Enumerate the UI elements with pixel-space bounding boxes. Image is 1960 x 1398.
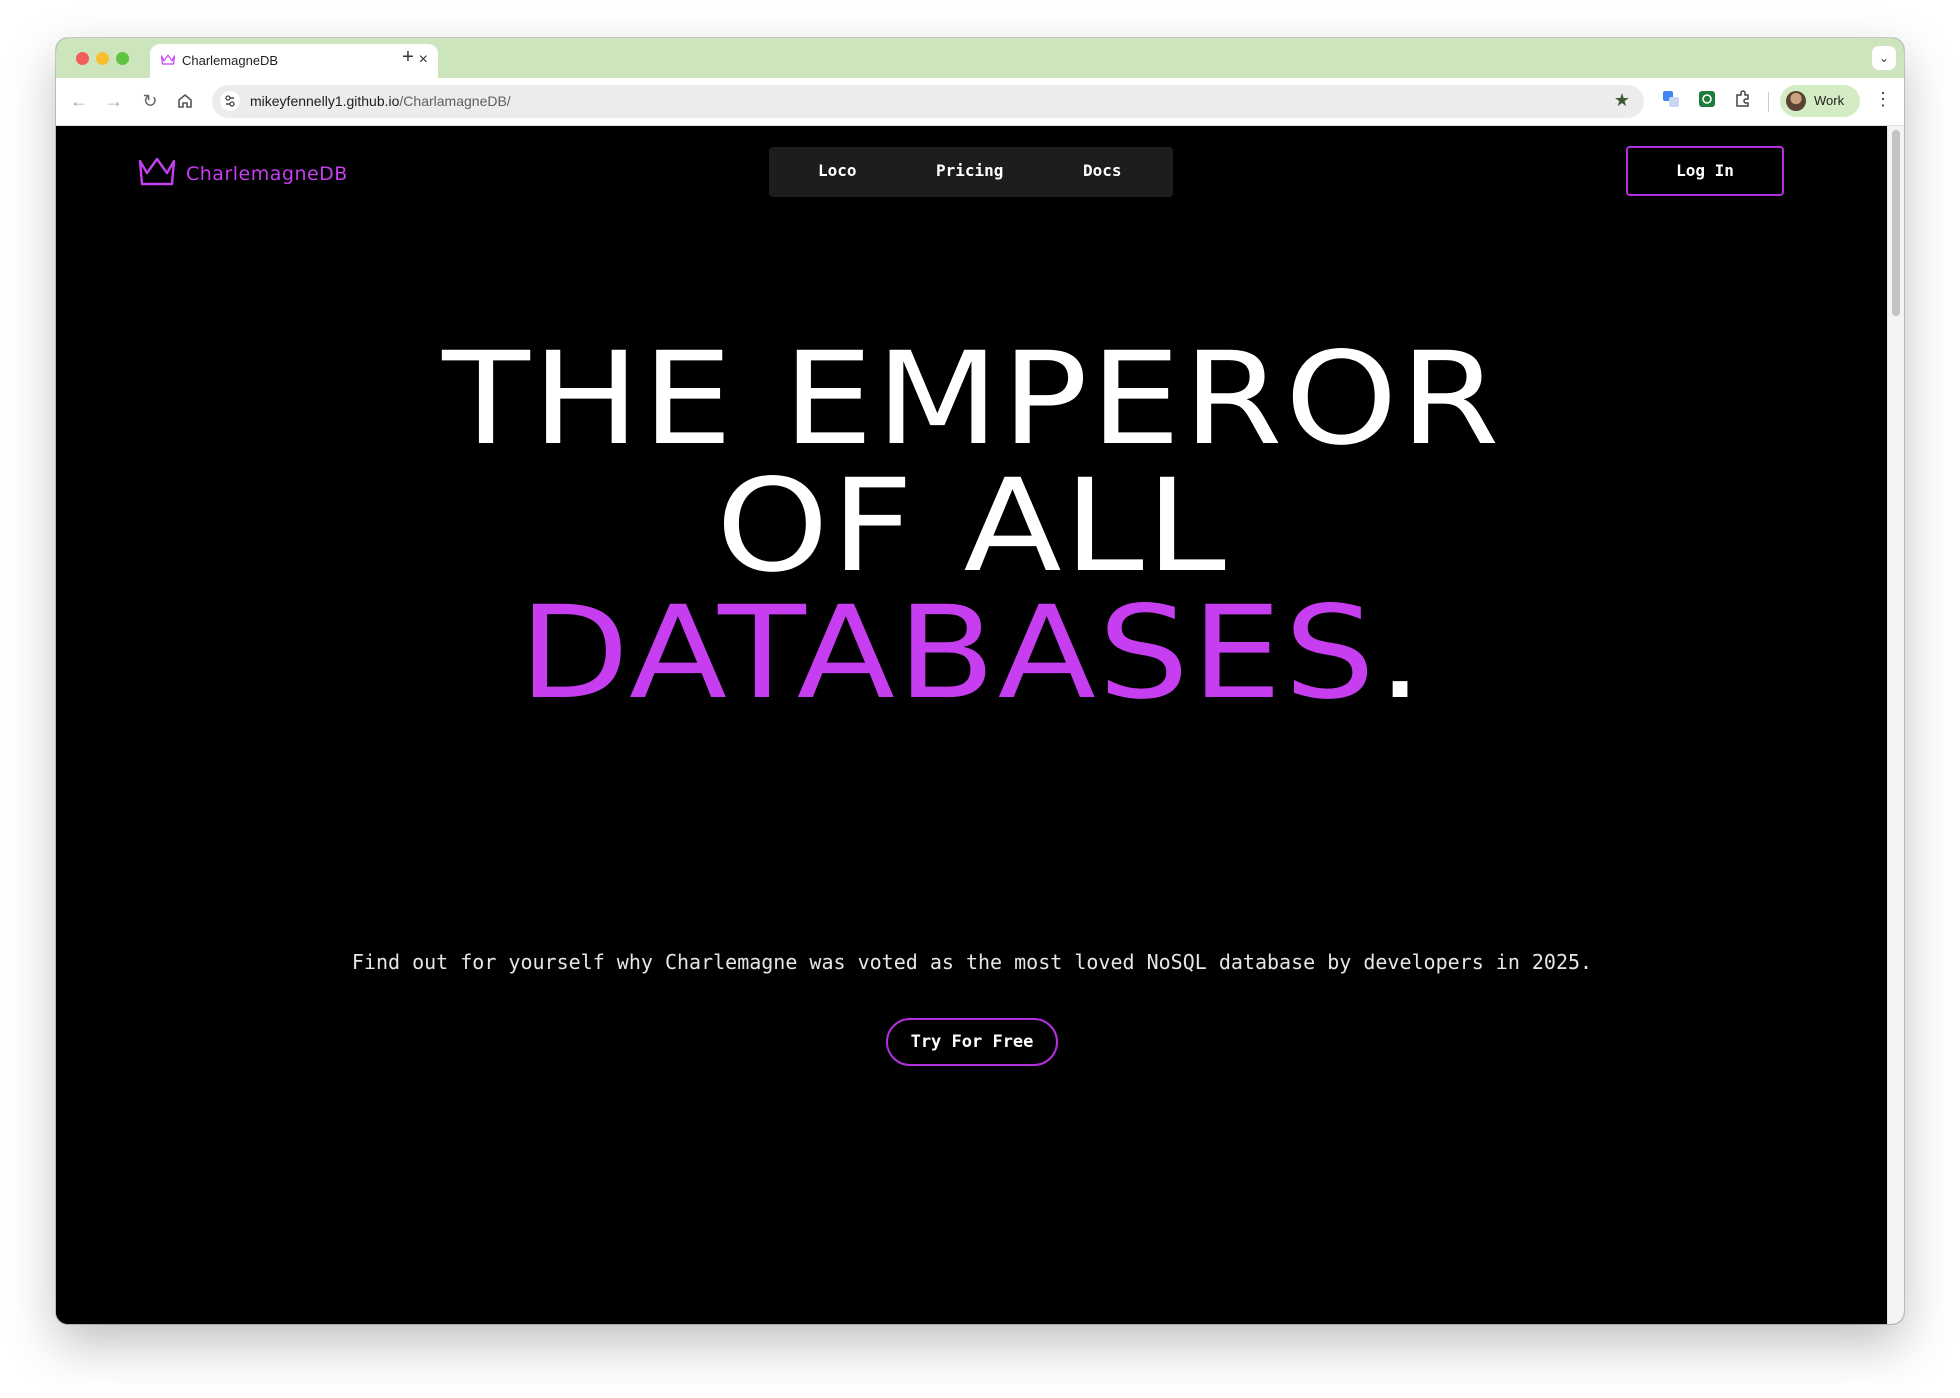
hero-period: . xyxy=(1377,579,1426,728)
web-page: CharlemagneDB Loco Pricing Docs Log In T… xyxy=(56,126,1888,1324)
puzzle-icon[interactable] xyxy=(1732,90,1754,112)
back-arrow-icon[interactable]: ← xyxy=(68,90,90,112)
tab-strip: CharlemagneDB × + ⌄ xyxy=(56,38,1904,78)
try-for-free-button[interactable]: Try For Free xyxy=(886,1018,1058,1066)
site-info-icon[interactable] xyxy=(220,91,240,111)
main-nav: Loco Pricing Docs xyxy=(769,147,1173,197)
hero-accent-word: DATABASES xyxy=(518,579,1378,728)
profile-button[interactable]: Work xyxy=(1780,85,1860,117)
toolbar-divider xyxy=(1768,92,1769,112)
hero-line-1: THE EMPEROR xyxy=(442,325,1502,474)
maximize-window-button[interactable] xyxy=(116,52,129,65)
avatar xyxy=(1786,91,1806,111)
tagline: Find out for yourself why Charlemagne wa… xyxy=(351,950,1593,974)
url-path: /CharlamagneDB/ xyxy=(399,93,511,109)
hero-line-3: DATABASES. xyxy=(56,590,1888,718)
reload-icon[interactable]: ↻ xyxy=(139,90,161,112)
bookmark-star-icon[interactable]: ★ xyxy=(1614,90,1630,111)
home-icon[interactable] xyxy=(174,90,196,112)
page-scrollbar[interactable] xyxy=(1887,126,1904,1324)
browser-toolbar: ← → ↻ mikeyfennelly1.github.io/Charlamag… xyxy=(56,78,1904,126)
more-menu-icon[interactable]: ⋮ xyxy=(1874,88,1892,110)
nav-link-docs[interactable]: Docs xyxy=(1083,161,1122,180)
nav-link-loco[interactable]: Loco xyxy=(818,161,857,180)
close-window-button[interactable] xyxy=(76,52,89,65)
browser-window: CharlemagneDB × + ⌄ ← → ↻ mikeyfennelly1… xyxy=(56,38,1904,1324)
hero-heading: THE EMPEROR OF ALL DATABASES. xyxy=(56,325,1888,718)
login-button[interactable]: Log In xyxy=(1626,146,1784,196)
forward-arrow-icon[interactable]: → xyxy=(103,90,125,112)
brand-name: CharlemagneDB xyxy=(186,163,348,185)
scrollbar-thumb[interactable] xyxy=(1892,130,1900,316)
tab-title: CharlemagneDB xyxy=(182,53,279,68)
tab-search-icon[interactable]: ⌄ xyxy=(1872,46,1896,70)
url-text: mikeyfennelly1.github.io/CharlamagneDB/ xyxy=(250,93,511,109)
extension-icon[interactable] xyxy=(1696,90,1718,112)
hero-line-2: OF ALL xyxy=(715,452,1229,601)
address-bar[interactable]: mikeyfennelly1.github.io/CharlamagneDB/ … xyxy=(212,85,1644,118)
url-host: mikeyfennelly1.github.io xyxy=(250,93,400,109)
minimize-window-button[interactable] xyxy=(96,52,109,65)
crown-icon xyxy=(161,54,175,65)
translate-icon[interactable] xyxy=(1660,90,1682,112)
crown-icon xyxy=(138,157,176,186)
nav-link-pricing[interactable]: Pricing xyxy=(936,161,1003,180)
profile-label: Work xyxy=(1814,93,1845,108)
new-tab-button[interactable]: + xyxy=(394,44,422,72)
